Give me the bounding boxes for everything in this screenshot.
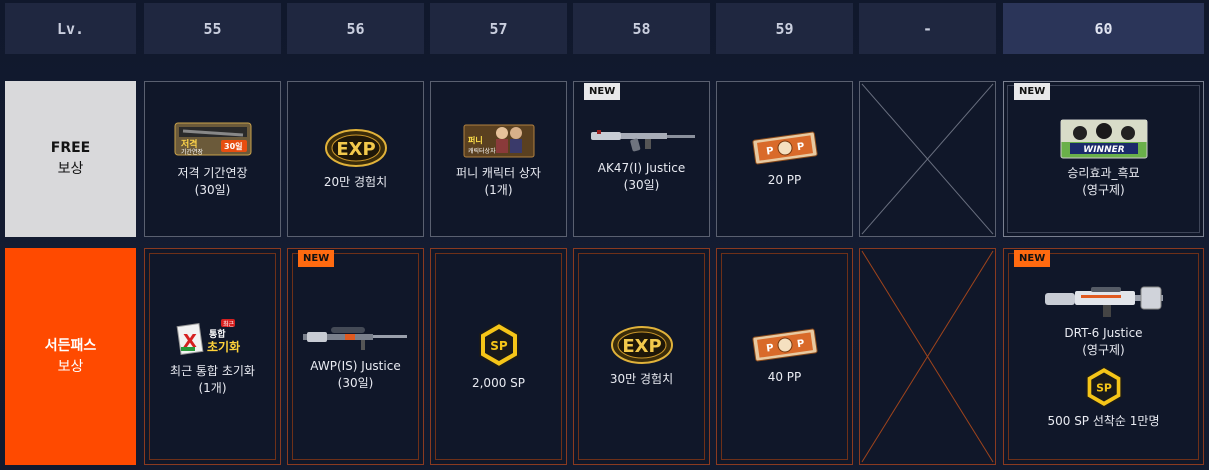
reward-name: 저격 기간연장 [177, 166, 248, 180]
level-58-header: 58 [573, 3, 710, 54]
svg-text:WINNER: WINNER [1083, 145, 1124, 155]
svg-text:EXP: EXP [622, 336, 661, 357]
exp-coin-icon: EXP [324, 128, 387, 167]
level-59-header: 59 [716, 3, 853, 54]
pass-reward-empty-slot [859, 248, 996, 465]
pass-reward-lv56[interactable]: NEW AWP(IS) Justice (30일) [287, 248, 424, 465]
new-badge: NEW [584, 83, 621, 100]
free-reward-lv60[interactable]: NEW WINNER 승리효과_흑묘 (영구제) [1003, 81, 1204, 237]
reward-name: 2,000 SP [471, 376, 526, 390]
exp-coin-icon: EXP [610, 326, 673, 364]
svg-text:초기화: 초기화 [207, 339, 240, 354]
level-56-header: 56 [287, 3, 424, 54]
level-header-label: Lv. [5, 3, 136, 54]
free-label-title: FREE [50, 140, 91, 156]
svg-text:퍼니: 퍼니 [468, 135, 483, 145]
free-label-subtitle: 보상 [57, 161, 84, 177]
free-reward-lv59[interactable]: P P 20 PP [716, 81, 853, 237]
pp-ticket-icon: P P [751, 328, 818, 362]
new-badge: NEW [1014, 83, 1051, 100]
drt6-rifle-icon [1044, 286, 1163, 317]
reward-name: AK47(I) Justice [597, 161, 686, 175]
free-reward-lv56[interactable]: EXP 20만 경험치 [287, 81, 424, 237]
awp-sniper-rifle-icon [302, 326, 407, 350]
pass-label-title: 서든패스 [44, 337, 97, 354]
empty-slot-x-icon [861, 250, 994, 463]
free-reward-lv57[interactable]: 퍼니 캐릭터상자 퍼니 캐릭터 상자 (1개) [430, 81, 567, 237]
reward-name: 최근 통합 초기화 [170, 363, 255, 378]
reward-name: 20 PP [767, 172, 802, 187]
svg-text:P: P [796, 141, 805, 153]
level-55-header: 55 [144, 3, 281, 54]
pass-reward-lv59[interactable]: P P 40 PP [716, 248, 853, 465]
svg-text:통합: 통합 [209, 328, 226, 340]
svg-text:P: P [765, 343, 774, 355]
level-60-header: 60 [1003, 3, 1204, 54]
reward-name: 20만 경험치 [323, 174, 388, 189]
ak47-rifle-icon [590, 130, 695, 152]
pass-reward-lv58[interactable]: EXP 30만 경험치 [573, 248, 710, 465]
free-reward-empty-slot [859, 81, 996, 237]
winner-victory-effect-icon: WINNER [1060, 119, 1147, 159]
svg-text:최근: 최근 [223, 320, 235, 328]
bonus-reward-note: 500 SP 선착순 1만명 [1047, 414, 1160, 428]
free-reward-row-label: FREE 보상 [5, 81, 136, 237]
pass-reward-row-label: 서든패스 보상 [5, 248, 136, 465]
recent-stats-reset-icon: X 최근 통합 초기화 [176, 318, 240, 355]
reward-name: 퍼니 캐릭터 상자 [456, 166, 541, 180]
pass-reward-lv60[interactable]: NEW DRT-6 Justice (영구제) SP 500 SP 선착순 1만… [1003, 248, 1204, 465]
svg-text:SP: SP [1096, 382, 1112, 395]
svg-text:P: P [796, 338, 805, 350]
pass-label-subtitle: 보상 [57, 358, 84, 375]
reward-duration: (영구제) [1082, 343, 1125, 357]
reward-duration: (영구제) [1082, 183, 1125, 197]
empty-slot-x-icon [861, 83, 994, 235]
new-badge: NEW [298, 250, 335, 267]
sp-hexagon-icon: SP [478, 321, 519, 369]
reward-name: AWP(IS) Justice [310, 358, 401, 373]
reward-quantity: (1개) [484, 183, 513, 197]
pass-reward-lv57[interactable]: SP 2,000 SP [430, 248, 567, 465]
reward-name: 승리효과_흑묘 [1067, 166, 1140, 180]
svg-text:P: P [765, 145, 774, 157]
sp-hexagon-icon: SP [1085, 365, 1122, 409]
reward-name: 30만 경험치 [609, 372, 674, 386]
reward-name: DRT-6 Justice [1064, 326, 1143, 340]
level-empty-header: - [859, 3, 996, 54]
free-reward-lv58[interactable]: NEW AK47(I) Justice (30일) [573, 81, 710, 237]
reward-duration: (30일) [623, 178, 660, 192]
reward-duration: (30일) [337, 375, 374, 390]
svg-text:EXP: EXP [336, 139, 375, 160]
svg-text:SP: SP [490, 339, 508, 353]
pp-ticket-icon: P P [751, 131, 818, 164]
pass-reward-lv55[interactable]: X 최근 통합 초기화 최근 통합 초기화 (1개) [144, 248, 281, 465]
svg-text:기간연장: 기간연장 [181, 148, 204, 156]
funny-character-box-icon: 퍼니 캐릭터상자 [463, 124, 534, 158]
sniper-period-extension-icon: 저격 기간연장 30일 [174, 122, 251, 156]
svg-text:30일: 30일 [224, 141, 243, 151]
new-badge: NEW [1014, 250, 1051, 267]
reward-quantity: (1개) [198, 380, 227, 395]
level-57-header: 57 [430, 3, 567, 54]
reward-name: 40 PP [767, 370, 802, 384]
reward-duration: (30일) [194, 183, 231, 197]
svg-text:캐릭터상자: 캐릭터상자 [468, 147, 496, 155]
free-reward-lv55[interactable]: 저격 기간연장 30일 저격 기간연장 (30일) [144, 81, 281, 237]
